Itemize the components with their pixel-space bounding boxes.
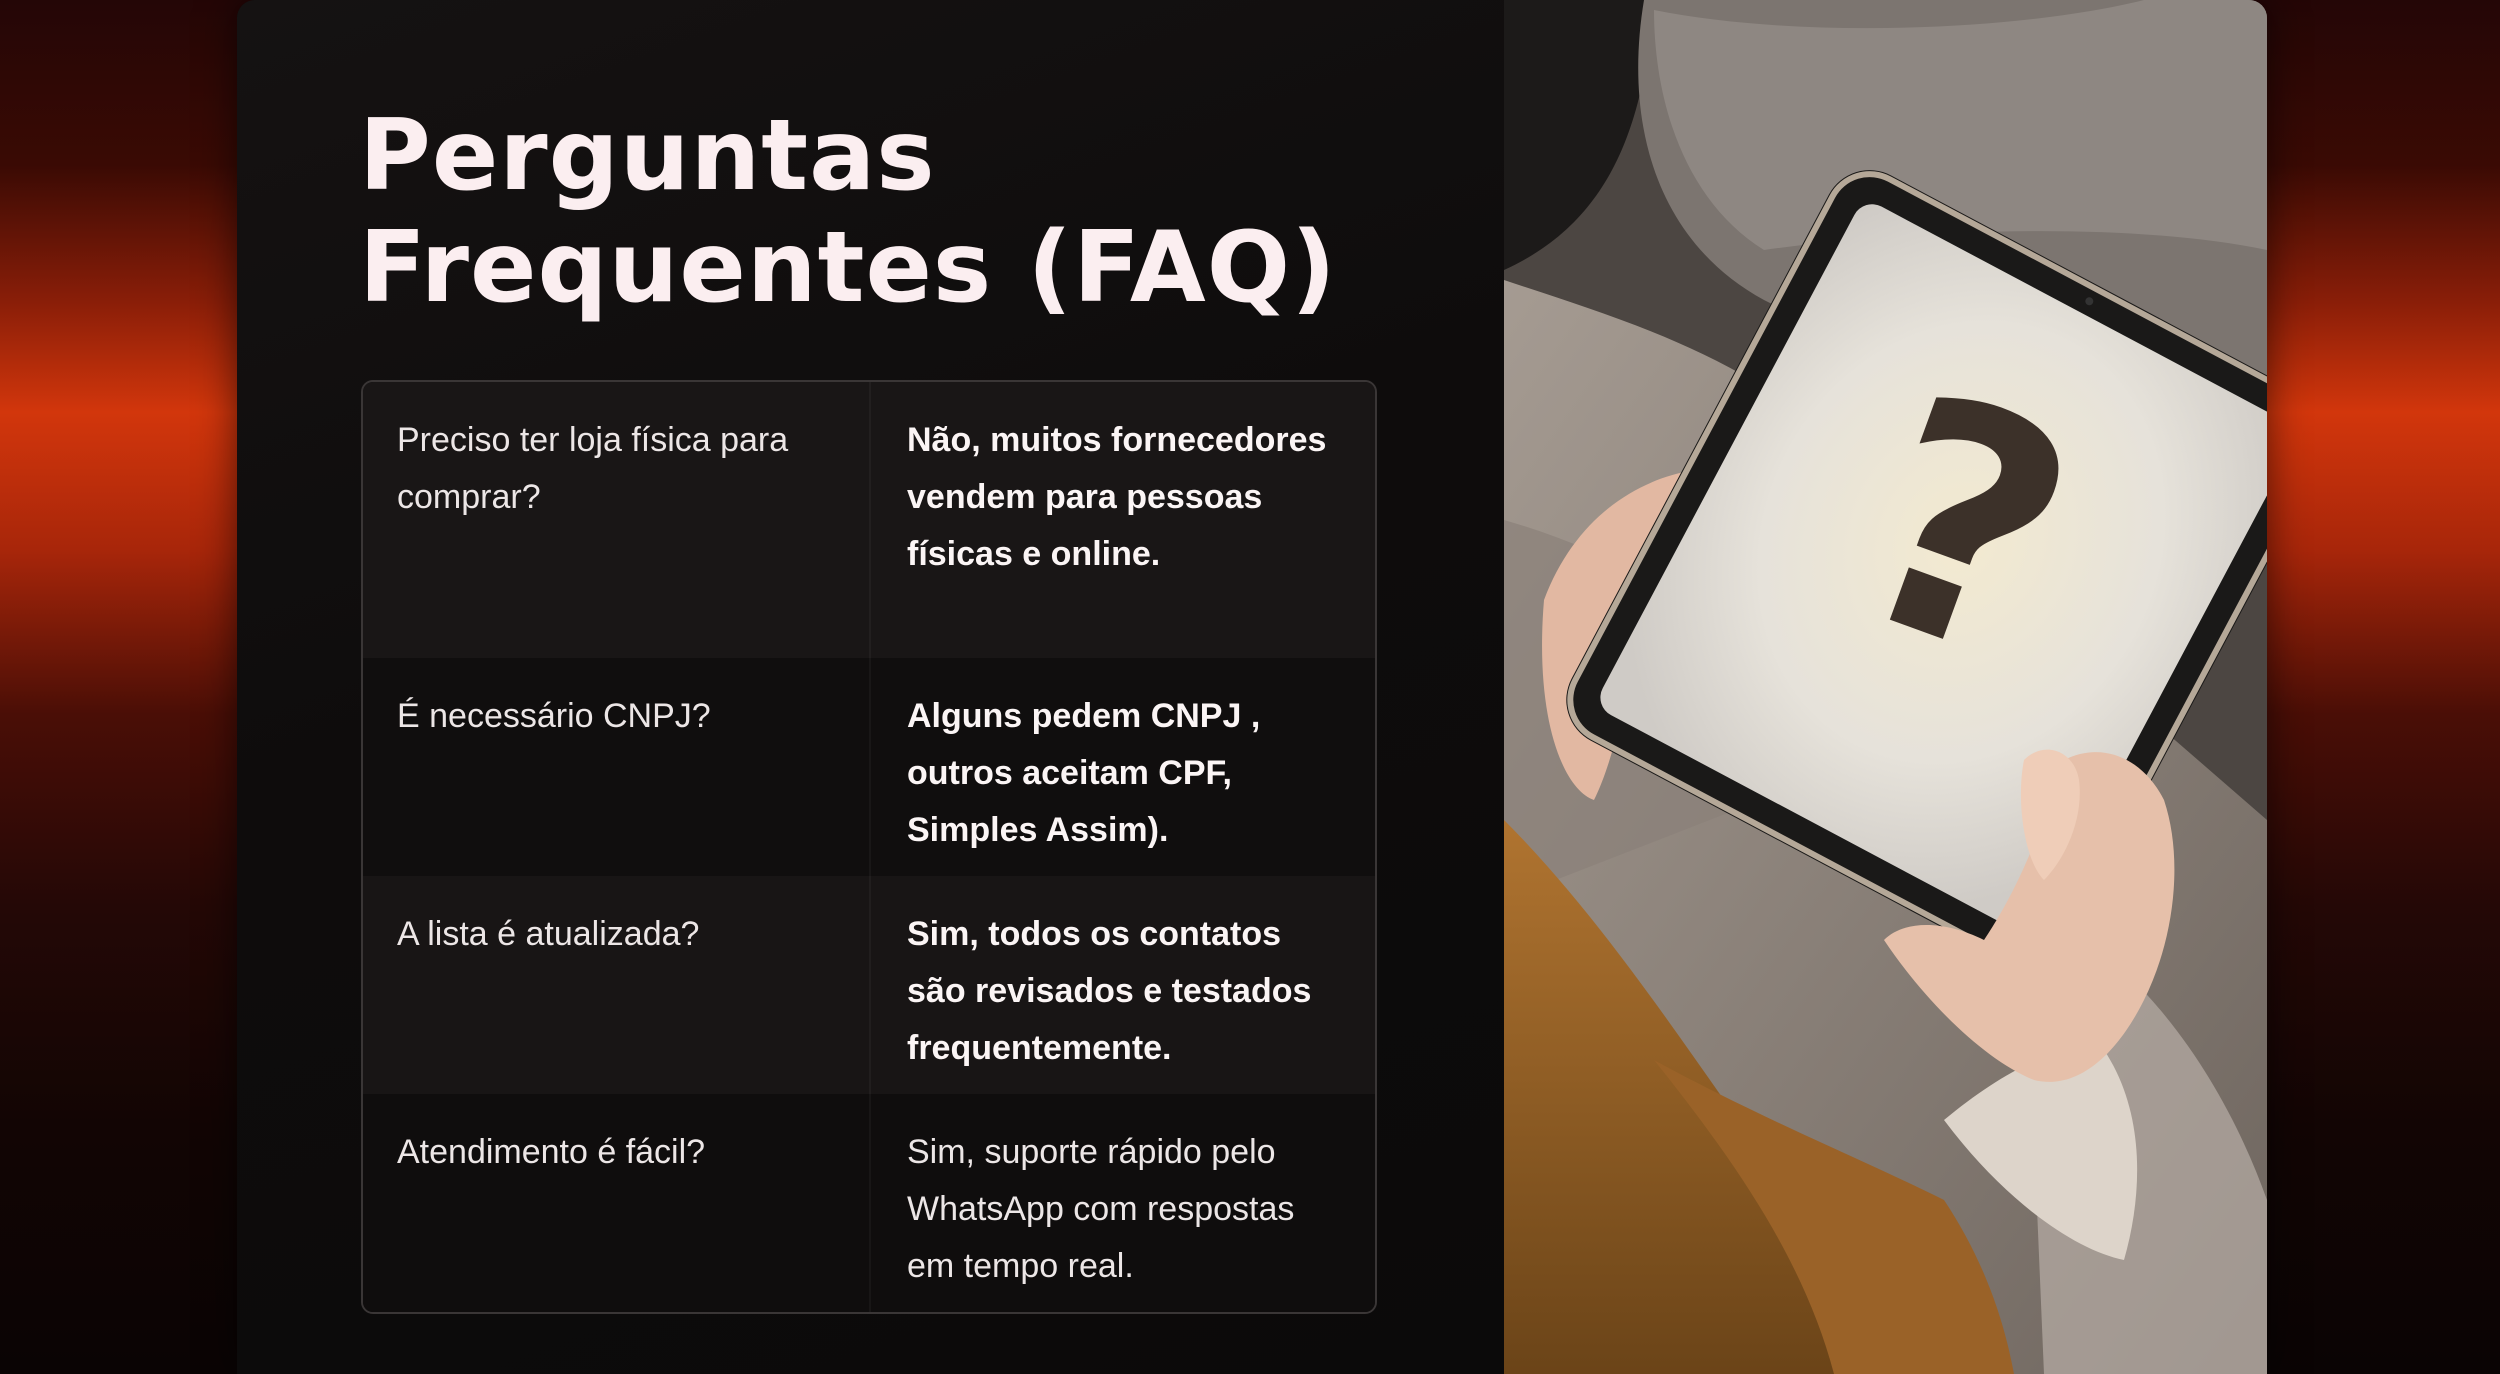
faq-question: A lista é atualizada? [363, 876, 871, 1094]
title-line-1: Perguntas [359, 99, 936, 213]
faq-question: Preciso ter loja física para comprar? [363, 382, 871, 658]
faq-slide: Perguntas Frequentes (FAQ) Preciso ter l… [237, 0, 2267, 1374]
faq-question: É necessário CNPJ? [363, 658, 871, 876]
table-row: Preciso ter loja física para comprar? Nã… [363, 382, 1375, 658]
table-row: É necessário CNPJ? Alguns pedem CNPJ , o… [363, 658, 1375, 876]
tablet-photo: ? [1504, 0, 2267, 1374]
faq-question: Atendimento é fácil? [363, 1094, 871, 1312]
faq-table: Preciso ter loja física para comprar? Nã… [361, 380, 1377, 1314]
faq-answer: Alguns pedem CNPJ , outros aceitam CPF, … [907, 697, 1261, 849]
content-panel: Perguntas Frequentes (FAQ) Preciso ter l… [237, 0, 1504, 1374]
table-row: A lista é atualizada? Sim, todos os cont… [363, 876, 1375, 1094]
table-row: Atendimento é fácil? Sim, suporte rápido… [363, 1094, 1375, 1312]
faq-answer: Sim, suporte rápido pelo WhatsApp com re… [907, 1133, 1295, 1285]
tablet-illustration: ? [1504, 0, 2267, 1374]
title-line-2: Frequentes (FAQ) [359, 211, 1337, 325]
page-title: Perguntas Frequentes (FAQ) [359, 100, 1459, 324]
faq-answer: Sim, todos os contatos são revisados e t… [907, 915, 1312, 1067]
faq-answer: Não, muitos fornecedores vendem para pes… [907, 421, 1327, 573]
